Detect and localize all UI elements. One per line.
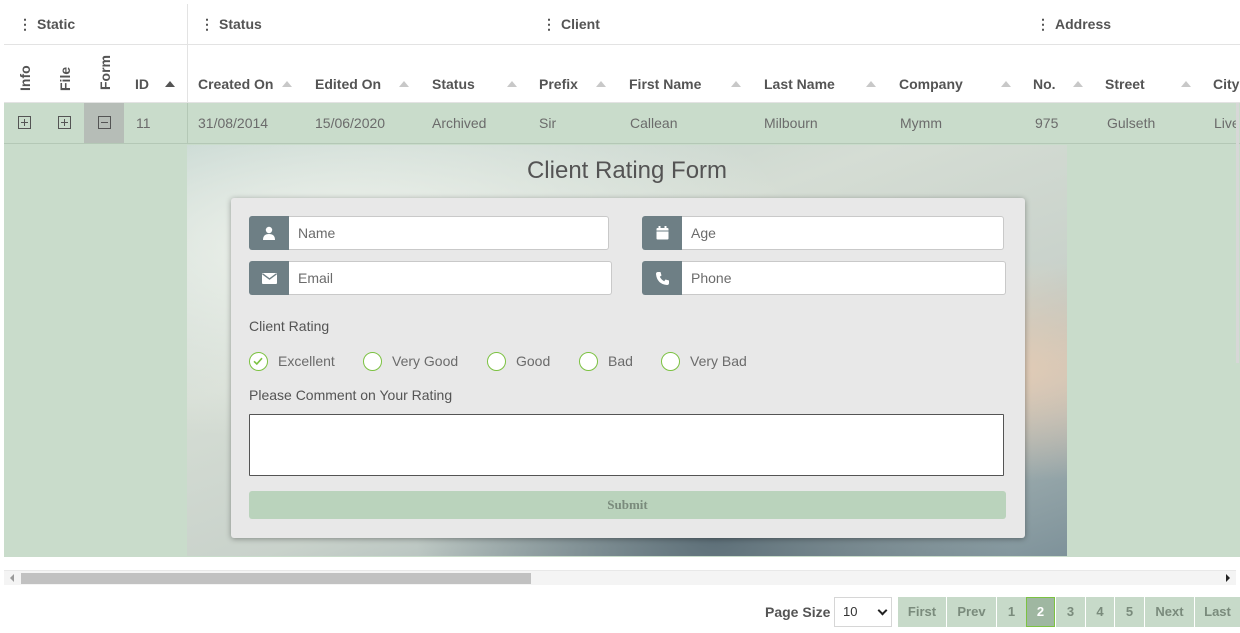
drag-handle-icon[interactable]: ⋮ xyxy=(1036,4,1050,44)
radio-excellent[interactable]: Excellent xyxy=(249,351,335,371)
col-street[interactable]: Street xyxy=(1105,76,1145,92)
horizontal-scrollbar[interactable] xyxy=(4,570,1236,585)
sort-icon[interactable] xyxy=(507,81,517,87)
horizontal-scrollbar-thumb[interactable] xyxy=(21,573,531,584)
sort-icon[interactable] xyxy=(282,81,292,87)
col-status[interactable]: Status xyxy=(432,76,475,92)
group-address[interactable]: ⋮ Address xyxy=(1036,4,1111,44)
pager: Page Size 10 First Prev 1 2 3 4 5 Next L… xyxy=(0,596,1240,628)
expand-file-icon[interactable] xyxy=(58,116,71,129)
group-static[interactable]: ⋮ Static xyxy=(18,4,75,44)
col-first-name[interactable]: First Name xyxy=(629,76,701,92)
col-info[interactable]: Info xyxy=(17,65,33,91)
comment-textarea[interactable] xyxy=(249,414,1004,476)
scroll-right-icon[interactable] xyxy=(1226,574,1230,582)
pager-page-3[interactable]: 3 xyxy=(1056,597,1085,627)
phone-icon xyxy=(642,261,682,295)
radio-very-good[interactable]: Very Good xyxy=(363,351,458,371)
calendar-icon xyxy=(642,216,682,250)
radio-unchecked-icon[interactable] xyxy=(487,351,506,371)
radio-checked-icon[interactable] xyxy=(249,351,268,371)
pager-page-5[interactable]: 5 xyxy=(1115,597,1144,627)
chevron-down-icon xyxy=(877,605,888,616)
col-last-name[interactable]: Last Name xyxy=(764,76,835,92)
client-rating-label: Client Rating xyxy=(249,318,330,334)
sort-icon[interactable] xyxy=(866,81,876,87)
form-title: Client Rating Form xyxy=(526,157,728,184)
cell-no: 975 xyxy=(1035,115,1059,131)
pager-next-button[interactable]: Next xyxy=(1145,597,1194,627)
pager-page-4[interactable]: 4 xyxy=(1086,597,1114,627)
email-input-group: Email xyxy=(249,261,612,295)
table-row[interactable]: 11 31/08/2014 15/06/2020 Archived Sir Ca… xyxy=(4,103,1240,144)
group-header-row: ⋮ Static ⋮ Status ⋮ Client ⋮ Address xyxy=(4,4,1240,45)
col-id[interactable]: ID xyxy=(135,76,149,92)
phone-input-group: Phone xyxy=(642,261,1006,295)
scroll-left-icon[interactable] xyxy=(10,574,14,582)
col-city[interactable]: City xyxy=(1213,76,1239,92)
col-divider xyxy=(187,45,188,103)
col-no[interactable]: No. xyxy=(1033,76,1056,92)
pager-page-2[interactable]: 2 xyxy=(1026,597,1055,627)
cell-edited-on: 15/06/2020 xyxy=(315,115,386,131)
sort-icon[interactable] xyxy=(731,81,741,87)
col-edited-on[interactable]: Edited On xyxy=(315,76,381,92)
radio-bad[interactable]: Bad xyxy=(579,351,633,371)
page-size-label: Page Size xyxy=(765,604,831,620)
column-header-row: Info File Form ID Created On Edited On S… xyxy=(4,45,1240,103)
pager-prev-button[interactable]: Prev xyxy=(947,597,996,627)
sort-icon[interactable] xyxy=(1001,81,1011,87)
sort-asc-icon[interactable] xyxy=(165,81,175,87)
pager-page-1[interactable]: 1 xyxy=(997,597,1026,627)
name-input-group: Name xyxy=(249,216,609,250)
page-size-select[interactable]: 10 xyxy=(834,597,892,627)
radio-very-bad[interactable]: Very Bad xyxy=(661,351,747,371)
cell-prefix: Sir xyxy=(539,115,557,131)
user-icon xyxy=(249,216,289,250)
radio-unchecked-icon[interactable] xyxy=(363,351,382,371)
col-form[interactable]: Form xyxy=(97,55,113,90)
cell-company: Mymm xyxy=(900,115,942,131)
vertical-scrollbar-thumb[interactable] xyxy=(1236,103,1239,363)
sort-icon[interactable] xyxy=(399,81,409,87)
col-file[interactable]: File xyxy=(57,67,73,91)
collapse-form-icon[interactable] xyxy=(98,116,111,129)
drag-handle-icon[interactable]: ⋮ xyxy=(200,4,214,44)
age-input[interactable]: Age xyxy=(682,216,1004,250)
sort-icon[interactable] xyxy=(1073,81,1083,87)
pager-last-button[interactable]: Last xyxy=(1195,597,1240,627)
sort-icon[interactable] xyxy=(1181,81,1191,87)
radio-good[interactable]: Good xyxy=(487,351,550,371)
expand-info-icon[interactable] xyxy=(18,116,31,129)
cell-street: Gulseth xyxy=(1107,115,1156,131)
radio-unchecked-icon[interactable] xyxy=(579,351,598,371)
col-company[interactable]: Company xyxy=(899,76,963,92)
row-divider xyxy=(187,103,188,143)
submit-button[interactable]: Submit xyxy=(249,491,1006,519)
age-input-group: Age xyxy=(642,216,1004,250)
drag-handle-icon[interactable]: ⋮ xyxy=(542,4,556,44)
phone-input[interactable]: Phone xyxy=(682,261,1006,295)
cell-id: 11 xyxy=(136,115,151,131)
name-input[interactable]: Name xyxy=(289,216,609,250)
group-client[interactable]: ⋮ Client xyxy=(542,4,600,44)
cell-status: Archived xyxy=(432,115,487,131)
sort-icon[interactable] xyxy=(596,81,606,87)
cell-created-on: 31/08/2014 xyxy=(198,115,269,131)
group-divider xyxy=(187,4,188,45)
email-input[interactable]: Email xyxy=(289,261,612,295)
cell-first-name: Callean xyxy=(630,115,678,131)
pager-first-button[interactable]: First xyxy=(898,597,946,627)
cell-last-name: Milbourn xyxy=(764,115,818,131)
radio-unchecked-icon[interactable] xyxy=(661,351,680,371)
col-created-on[interactable]: Created On xyxy=(198,76,273,92)
drag-handle-icon[interactable]: ⋮ xyxy=(18,4,32,44)
comment-label: Please Comment on Your Rating xyxy=(249,387,453,403)
envelope-icon xyxy=(249,261,289,295)
group-status[interactable]: ⋮ Status xyxy=(200,4,262,44)
col-prefix[interactable]: Prefix xyxy=(539,76,578,92)
